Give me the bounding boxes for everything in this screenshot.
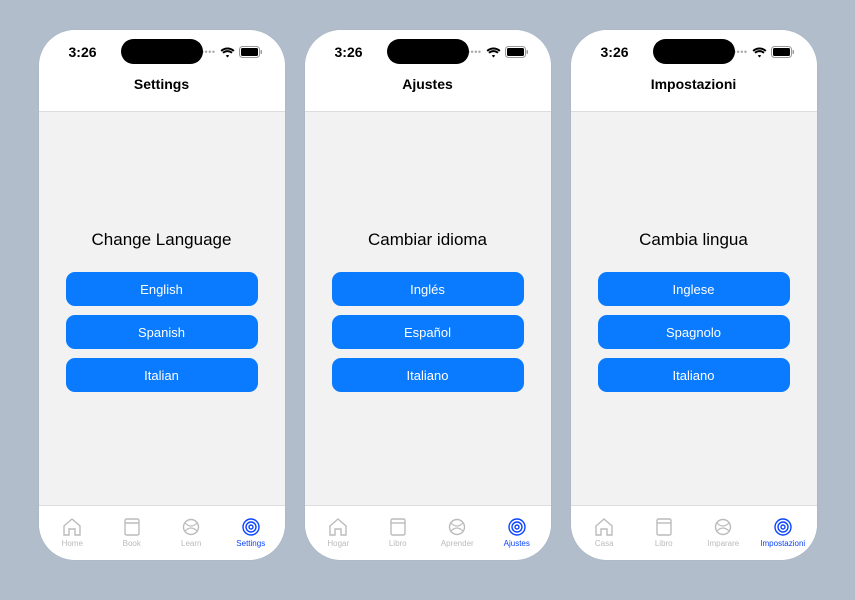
tab-bar: Hogar Libro Aprender Ajustes (305, 505, 551, 560)
language-english-button[interactable]: English (66, 272, 258, 306)
house-icon (327, 517, 349, 537)
tab-bar: Home Book Learn Settings (39, 505, 285, 560)
language-spanish-button[interactable]: Español (332, 315, 524, 349)
tab-bar: Casa Libro Imparare Impostazioni (571, 505, 817, 560)
tab-home[interactable]: Casa (575, 517, 635, 548)
tab-label: Casa (595, 539, 614, 548)
change-language-heading: Change Language (92, 230, 232, 250)
battery-icon (239, 46, 263, 58)
status-indicators: •••• (201, 46, 263, 58)
fingerprint-icon (773, 517, 793, 537)
tab-label: Home (62, 539, 83, 548)
tab-label: Settings (236, 539, 265, 548)
status-bar: 3:26 •••• (305, 30, 551, 74)
house-icon (61, 517, 83, 537)
dynamic-island (653, 39, 735, 64)
tab-label: Imparare (707, 539, 739, 548)
fingerprint-icon (507, 517, 527, 537)
change-language-heading: Cambia lingua (639, 230, 748, 250)
tab-label: Libro (655, 539, 673, 548)
tab-book[interactable]: Libro (368, 517, 428, 548)
book-icon (122, 517, 142, 537)
language-spanish-button[interactable]: Spagnolo (598, 315, 790, 349)
status-time: 3:26 (335, 44, 363, 60)
settings-content: Cambiar idioma Inglés Español Italiano (305, 112, 551, 505)
phone-italian: 3:26 •••• Impostazioni Cambia lingua Ing… (571, 30, 817, 560)
tab-settings[interactable]: Ajustes (487, 517, 547, 548)
tab-learn[interactable]: Imparare (694, 517, 754, 548)
battery-icon (771, 46, 795, 58)
nav-title: Impostazioni (651, 76, 737, 92)
tab-learn[interactable]: Aprender (428, 517, 488, 548)
nav-title: Ajustes (402, 76, 453, 92)
settings-content: Change Language English Spanish Italian (39, 112, 285, 505)
nav-bar: Impostazioni (571, 74, 817, 112)
globe-icon (713, 517, 733, 537)
cellular-dots-icon: •••• (201, 47, 216, 57)
cellular-dots-icon: •••• (467, 47, 482, 57)
tab-label: Aprender (441, 539, 474, 548)
phone-spanish: 3:26 •••• Ajustes Cambiar idioma Inglés … (305, 30, 551, 560)
language-italian-button[interactable]: Italiano (598, 358, 790, 392)
phone-english: 3:26 •••• Settings Change Language Engli… (39, 30, 285, 560)
status-indicators: •••• (467, 46, 529, 58)
wifi-icon (752, 47, 767, 58)
book-icon (388, 517, 408, 537)
nav-title: Settings (134, 76, 189, 92)
dynamic-island (387, 39, 469, 64)
tab-book[interactable]: Libro (634, 517, 694, 548)
tab-home[interactable]: Home (43, 517, 103, 548)
tab-book[interactable]: Book (102, 517, 162, 548)
phone-mockup-row: 3:26 •••• Settings Change Language Engli… (0, 0, 855, 560)
status-bar: 3:26 •••• (571, 30, 817, 74)
book-icon (654, 517, 674, 537)
language-english-button[interactable]: Inglés (332, 272, 524, 306)
tab-label: Learn (181, 539, 201, 548)
tab-settings[interactable]: Settings (221, 517, 281, 548)
status-time: 3:26 (69, 44, 97, 60)
tab-label: Impostazioni (760, 539, 805, 548)
battery-icon (505, 46, 529, 58)
globe-icon (447, 517, 467, 537)
status-bar: 3:26 •••• (39, 30, 285, 74)
tab-label: Libro (389, 539, 407, 548)
status-time: 3:26 (601, 44, 629, 60)
language-spanish-button[interactable]: Spanish (66, 315, 258, 349)
tab-settings[interactable]: Impostazioni (753, 517, 813, 548)
language-italian-button[interactable]: Italiano (332, 358, 524, 392)
wifi-icon (486, 47, 501, 58)
language-english-button[interactable]: Inglese (598, 272, 790, 306)
dynamic-island (121, 39, 203, 64)
settings-content: Cambia lingua Inglese Spagnolo Italiano (571, 112, 817, 505)
status-indicators: •••• (733, 46, 795, 58)
cellular-dots-icon: •••• (733, 47, 748, 57)
nav-bar: Settings (39, 74, 285, 112)
wifi-icon (220, 47, 235, 58)
tab-home[interactable]: Hogar (309, 517, 369, 548)
nav-bar: Ajustes (305, 74, 551, 112)
house-icon (593, 517, 615, 537)
tab-label: Book (123, 539, 141, 548)
tab-label: Ajustes (504, 539, 530, 548)
tab-label: Hogar (327, 539, 349, 548)
language-italian-button[interactable]: Italian (66, 358, 258, 392)
fingerprint-icon (241, 517, 261, 537)
change-language-heading: Cambiar idioma (368, 230, 487, 250)
tab-learn[interactable]: Learn (162, 517, 222, 548)
globe-icon (181, 517, 201, 537)
